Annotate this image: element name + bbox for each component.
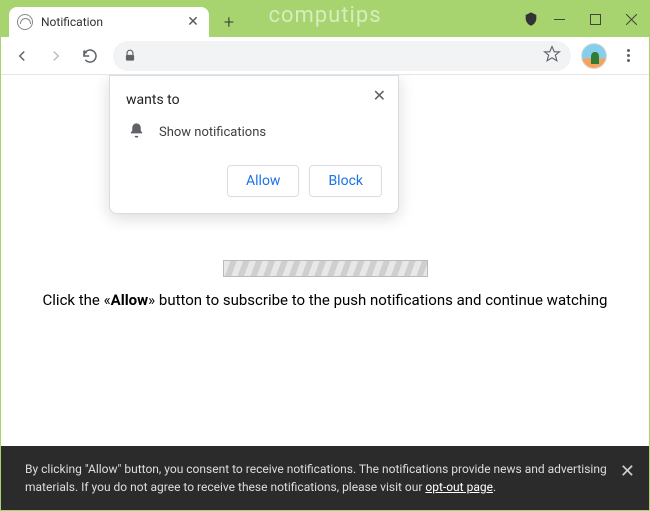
permission-row: Show notifications [126, 122, 382, 143]
permission-actions: Allow Block [126, 165, 382, 197]
toolbar [1, 37, 649, 75]
bell-icon [128, 122, 145, 143]
tab-title: Notification [41, 15, 185, 29]
address-bar[interactable] [113, 41, 571, 71]
new-tab-button[interactable]: + [215, 8, 243, 36]
page-content: ✕ wants to Show notifications Allow Bloc… [1, 75, 649, 510]
globe-icon [17, 14, 33, 30]
titlebar: computips Notification ✕ + [1, 1, 649, 37]
browser-window: computips Notification ✕ + [0, 0, 650, 511]
bookmark-star-icon[interactable] [543, 45, 561, 67]
footer-text-end: . [493, 480, 496, 494]
progress-bar [223, 260, 428, 277]
instruction-bold: Allow [111, 291, 149, 309]
back-button[interactable] [7, 41, 37, 71]
browser-tab[interactable]: Notification ✕ [9, 7, 209, 37]
consent-footer: ✕ By clicking "Allow" button, you consen… [1, 446, 649, 510]
opt-out-link[interactable]: opt-out page [425, 480, 493, 494]
instruction-prefix: Click the « [43, 291, 111, 309]
window-controls [541, 1, 649, 37]
permission-popup: ✕ wants to Show notifications Allow Bloc… [109, 75, 399, 214]
watermark: computips [268, 3, 381, 28]
profile-avatar[interactable] [581, 43, 607, 69]
permission-text: Show notifications [159, 125, 266, 140]
footer-text: By clicking "Allow" button, you consent … [25, 462, 607, 494]
page-body: Click the «Allow» button to subscribe to… [1, 260, 649, 309]
close-window-button[interactable] [613, 1, 649, 37]
instruction-suffix: » button to subscribe to the push notifi… [148, 291, 607, 309]
lock-icon[interactable] [123, 48, 139, 64]
permission-title: wants to [126, 92, 382, 108]
kebab-icon [627, 49, 630, 62]
minimize-button[interactable] [541, 1, 577, 37]
reload-button[interactable] [75, 41, 105, 71]
instruction-text: Click the «Allow» button to subscribe to… [1, 291, 649, 309]
block-button[interactable]: Block [309, 165, 382, 197]
forward-button[interactable] [41, 41, 71, 71]
footer-close-button[interactable]: ✕ [620, 458, 635, 485]
maximize-button[interactable] [577, 1, 613, 37]
close-tab-button[interactable]: ✕ [185, 14, 201, 30]
url-input[interactable] [147, 48, 543, 63]
allow-button[interactable]: Allow [227, 165, 299, 197]
menu-button[interactable] [613, 41, 643, 71]
permission-close-button[interactable]: ✕ [373, 86, 386, 105]
shield-icon[interactable] [523, 11, 539, 27]
